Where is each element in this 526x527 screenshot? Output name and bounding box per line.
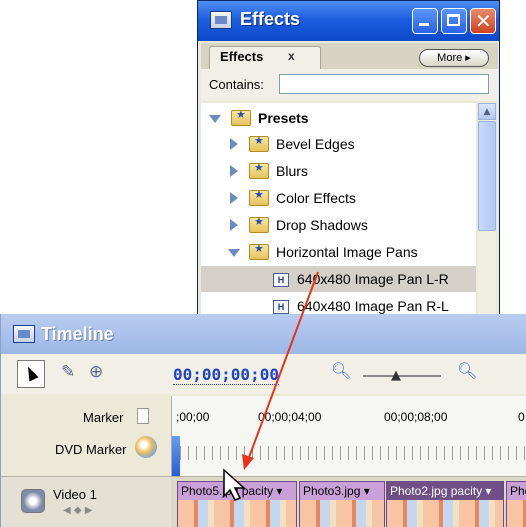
dvd-marker-icon[interactable]: [135, 436, 157, 458]
tree-item-label: Horizontal Image Pans: [276, 244, 418, 260]
tree-item-drop-shadows[interactable]: Drop Shadows: [201, 212, 476, 238]
tree-item-label: 640x480 Image Pan R-L: [297, 298, 449, 314]
clip-thumbnails: [387, 500, 503, 527]
ruler-tick-label: 0: [518, 410, 525, 424]
time-stretch-tool-icon[interactable]: ⊕: [89, 362, 103, 382]
ruler-tick-label: ;00;00: [176, 410, 210, 424]
zoom-out-icon[interactable]: 🔍︎: [331, 361, 351, 380]
tab-close-icon[interactable]: x: [288, 49, 295, 63]
scroll-up-icon[interactable]: ▲: [478, 103, 496, 120]
tab-effects-label: Effects: [220, 49, 264, 64]
effects-tab-row: Effects x More ▸: [201, 43, 498, 69]
more-button[interactable]: More ▸: [419, 49, 489, 67]
app-icon: [210, 11, 232, 29]
tab-effects[interactable]: Effects x: [209, 46, 321, 69]
keyframe-navigator[interactable]: ◀ ◆ ▶: [63, 505, 109, 521]
search-row: Contains:: [201, 69, 498, 101]
effects-panel: Effects ✕ Effects x More ▸ Contains: Pre…: [197, 0, 500, 324]
clip-thumbnails: [300, 500, 384, 527]
tree-item-bevel-edges[interactable]: Bevel Edges: [201, 131, 476, 157]
clip-thumbnails: [178, 500, 296, 527]
playhead[interactable]: [172, 436, 180, 476]
track-name: Video 1: [53, 487, 97, 502]
timecode-display[interactable]: 00;00;00;00: [173, 365, 279, 385]
clip-photo3[interactable]: Photo3.jpg ▾: [299, 481, 385, 527]
timeline-window-title: Timeline: [41, 324, 114, 344]
tree-item-blurs[interactable]: Blurs: [201, 158, 476, 184]
preset-folder-icon: [231, 108, 251, 126]
dvd-marker-label: DVD Marker: [55, 442, 127, 457]
zoom-slider[interactable]: [363, 375, 441, 377]
clip-opacity-menu[interactable]: ▾: [364, 484, 370, 498]
contains-label: Contains:: [209, 77, 264, 92]
tree-item-label: 640x480 Image Pan L-R: [297, 271, 449, 287]
close-icon: ✕: [475, 9, 492, 33]
maximize-icon: [447, 14, 460, 26]
tree-scrollbar[interactable]: ▲: [478, 103, 496, 323]
selection-tool-icon[interactable]: [17, 360, 45, 388]
clip-header: Photo3.jpg ▾: [300, 482, 384, 500]
expand-toggle-icon[interactable]: [230, 192, 238, 204]
marker-icon[interactable]: [137, 408, 149, 424]
timeline-titlebar[interactable]: Timeline: [1, 314, 526, 354]
preset-folder-icon: [249, 215, 269, 233]
app-icon: [13, 325, 35, 343]
track-toggle-icon[interactable]: [21, 489, 45, 513]
effect-preset-icon: H: [271, 270, 293, 288]
preset-folder-icon: [249, 161, 269, 179]
preset-folder-icon: [249, 242, 269, 260]
preset-folder-icon: [249, 134, 269, 152]
tree-item-horizontal-image-pans[interactable]: Horizontal Image Pans: [201, 239, 476, 265]
effect-preset-icon: H: [271, 297, 293, 315]
tree-item-presets[interactable]: Presets: [201, 105, 476, 131]
clip-label: Photo3.jpg: [303, 484, 361, 498]
mouse-cursor-icon: [223, 468, 246, 501]
close-button[interactable]: ✕: [470, 8, 496, 34]
contains-search-input[interactable]: [279, 74, 489, 94]
ruler-ticks: [172, 446, 526, 460]
tree-item-color-effects[interactable]: Color Effects: [201, 185, 476, 211]
effects-window-title: Effects: [240, 9, 301, 29]
tree-item-label: Bevel Edges: [276, 136, 355, 152]
time-ruler[interactable]: ;00;00 00;00;04;00 00;00;08;00 0: [171, 396, 526, 476]
clip-photo-partial[interactable]: Pho: [506, 481, 526, 527]
marker-header: Marker DVD Marker: [1, 396, 171, 476]
clip-photo2[interactable]: Photo2.jpg pacity ▾: [386, 481, 504, 527]
expand-toggle-icon[interactable]: [230, 219, 238, 231]
clip-header: Photo2.jpg pacity ▾: [387, 482, 503, 500]
zoom-in-icon[interactable]: 🔍︎: [457, 361, 477, 380]
effects-titlebar[interactable]: Effects ✕: [198, 1, 499, 41]
timeline-toolbar: ✎ ⊕ 00;00;00;00 🔍︎ ▲ 🔍︎: [1, 354, 526, 394]
preset-folder-icon: [249, 188, 269, 206]
razor-tool-icon[interactable]: ✎: [61, 362, 75, 382]
effects-tree: Presets Bevel Edges Blurs Color Effects …: [201, 103, 476, 323]
ruler-tick-label: 00;00;08;00: [384, 410, 448, 424]
tree-item-label: Blurs: [276, 163, 308, 179]
clip-opacity-menu[interactable]: pacity ▾: [451, 484, 492, 498]
tree-item-image-pan-l-r[interactable]: H 640x480 Image Pan L-R: [201, 266, 476, 292]
tree-item-label: Drop Shadows: [276, 217, 368, 233]
scroll-thumb[interactable]: [478, 121, 496, 231]
expand-toggle-icon[interactable]: [209, 115, 221, 123]
maximize-button[interactable]: [441, 8, 467, 34]
ruler-tick-label: 00;00;04;00: [258, 410, 322, 424]
zoom-slider-thumb[interactable]: ▲: [391, 368, 401, 383]
clip-label: Photo2.jpg: [390, 484, 448, 498]
clip-label: Pho: [510, 484, 526, 498]
marker-label: Marker: [83, 410, 124, 425]
clip-thumbnails: [507, 500, 526, 527]
expand-toggle-icon[interactable]: [230, 138, 238, 150]
expand-toggle-icon[interactable]: [230, 165, 238, 177]
expand-toggle-icon[interactable]: [228, 249, 240, 257]
track-header-video-1: Video 1 ◀ ◆ ▶: [1, 476, 171, 527]
timeline-panel: Timeline ✎ ⊕ 00;00;00;00 🔍︎ ▲ 🔍︎ Marker …: [0, 314, 526, 527]
minimize-icon: [419, 23, 429, 26]
tree-item-label: Color Effects: [276, 190, 356, 206]
minimize-button[interactable]: [412, 8, 438, 34]
clip-header: Pho: [507, 482, 526, 500]
tree-item-label: Presets: [258, 110, 309, 126]
